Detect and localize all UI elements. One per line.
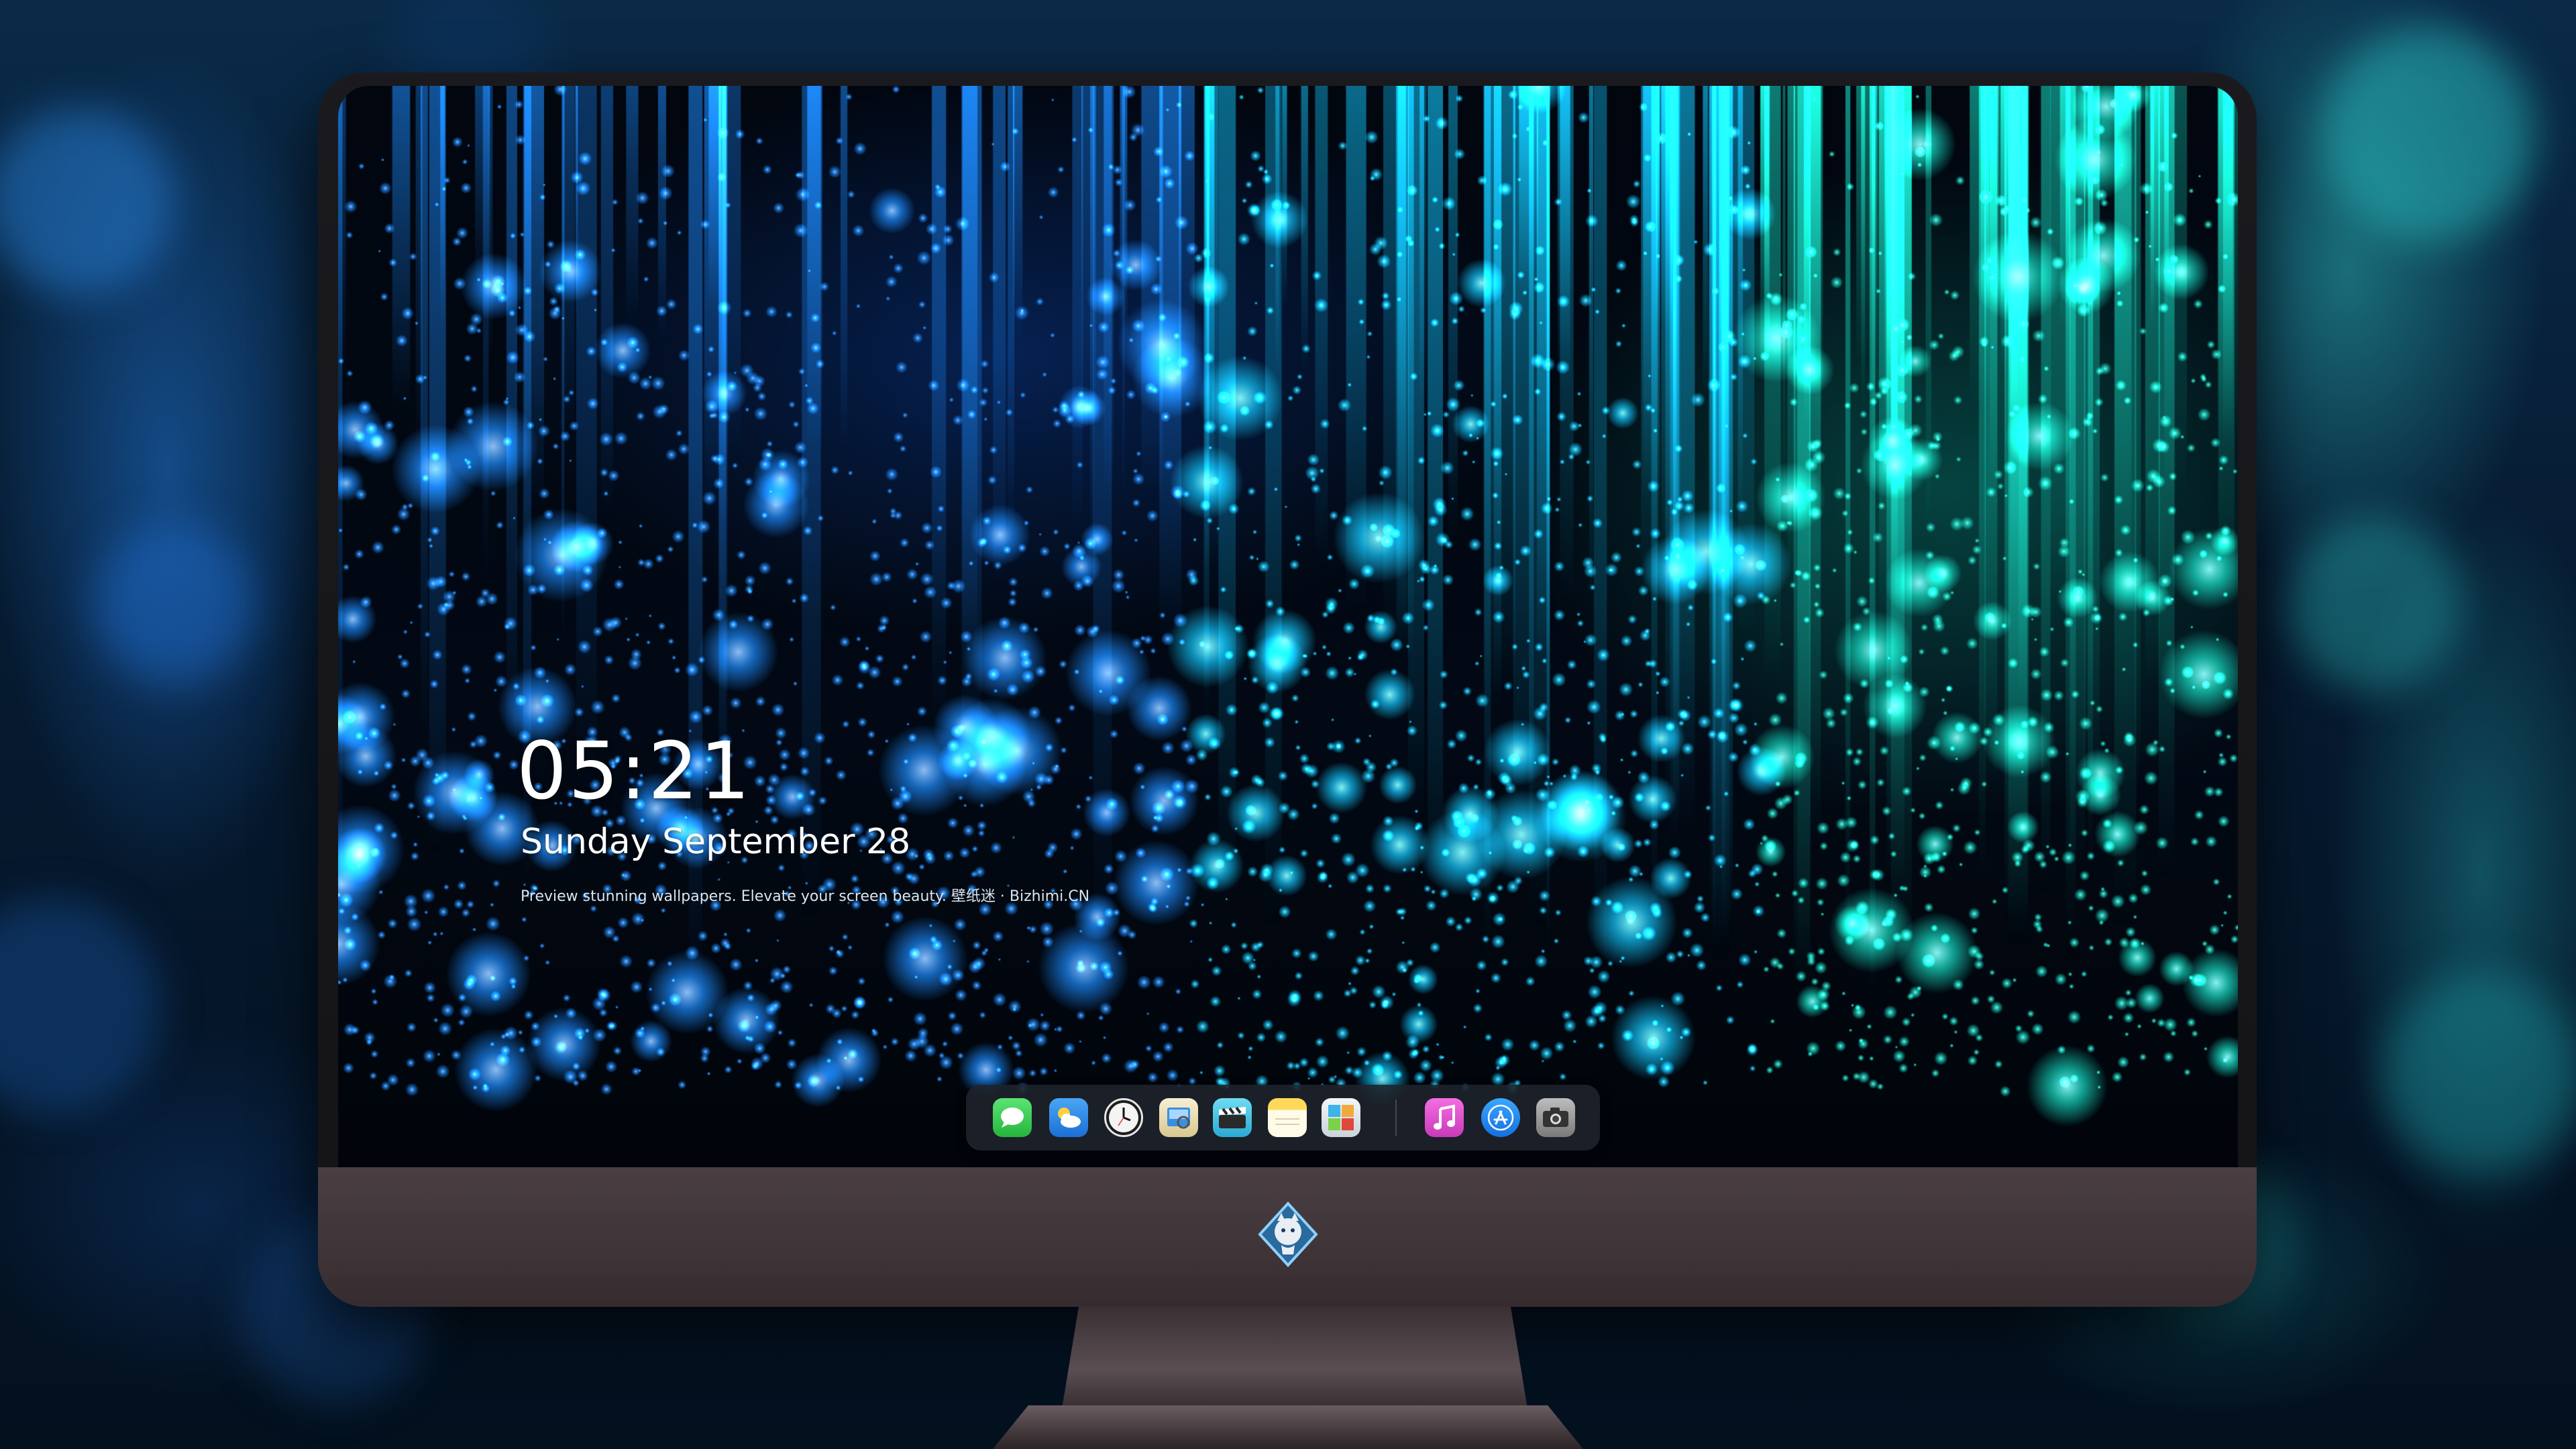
clock-face-glyph [1109,1103,1138,1132]
monitor-stand-neck [1060,1307,1529,1421]
photo-booth-icon[interactable] [1322,1098,1360,1137]
messages-icon[interactable] [993,1098,1032,1137]
messages-bubble-glyph [1001,1108,1024,1128]
preview-glyph [1167,1108,1190,1129]
notes-lines-glyph [1275,1118,1299,1125]
lockscreen-date: Sunday September 28 [521,822,911,862]
camera-icon[interactable] [1536,1098,1575,1137]
weather-glyph [1058,1108,1081,1128]
bokeh-light [2288,517,2462,691]
music-icon[interactable] [1425,1098,1464,1137]
app-store-glyph [1487,1104,1514,1131]
preview-icon[interactable] [1159,1098,1198,1137]
weather-icon[interactable] [1049,1098,1088,1137]
dock-separator [1395,1099,1397,1136]
lockscreen-tagline: Preview stunning wallpapers. Elevate you… [521,888,1090,905]
app-store-icon[interactable] [1481,1098,1520,1137]
clapperboard-glyph [1219,1106,1246,1128]
notes-icon[interactable] [1268,1098,1307,1137]
bokeh-light [94,523,255,684]
monitor-stand-base [993,1405,1583,1449]
bokeh-light [2381,973,2576,1174]
monitor-screen [338,86,2238,1167]
camera-glyph [1543,1108,1568,1127]
lockscreen-time: 05:21 [517,724,752,817]
clips-icon[interactable] [1213,1098,1252,1137]
bokeh-light [0,107,174,295]
bokeh-light [0,899,161,1114]
desktop-scene: 05:21 Sunday September 28 Preview stunni… [0,0,2576,1449]
dock [966,1085,1600,1150]
clock-icon[interactable] [1104,1098,1143,1137]
photo-collage-glyph [1328,1105,1354,1130]
wallpaper-particles [338,86,2238,1167]
brand-logo-icon [1258,1201,1318,1267]
bokeh-light [2321,27,2536,241]
music-note-glyph [1434,1104,1455,1130]
